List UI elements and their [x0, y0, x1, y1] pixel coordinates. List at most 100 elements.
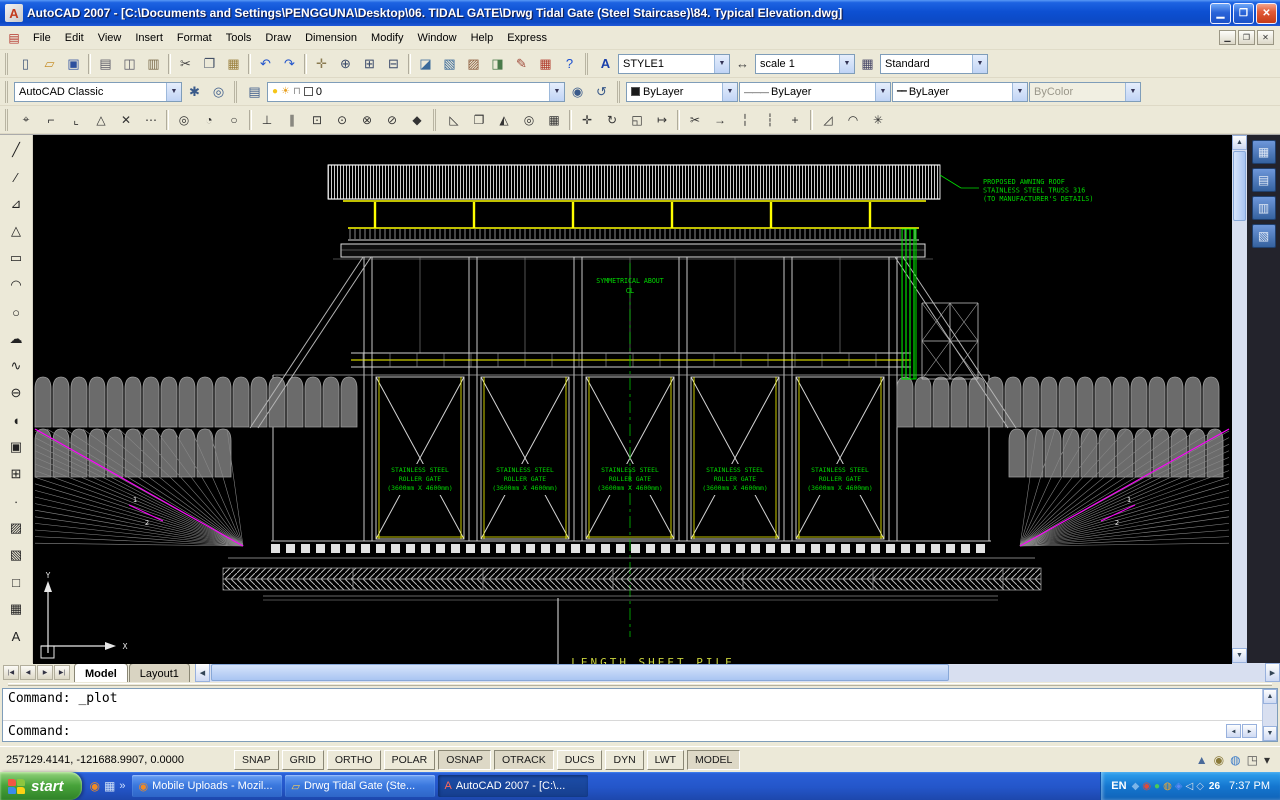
undo-button[interactable]: ↶	[254, 52, 277, 75]
mdi-minimize-button[interactable]: ▁	[1219, 30, 1236, 45]
workspace-combo[interactable]: AutoCAD Classic ▼	[14, 81, 182, 102]
tab-model[interactable]: Model	[74, 663, 128, 682]
chamfer-button[interactable]: ◿	[816, 108, 840, 131]
drawing-area[interactable]: PROPOSED AWNING ROOF STAINLESS STEEL TRUS…	[33, 135, 1232, 664]
hatch-tool-button[interactable]: ▨	[4, 516, 28, 540]
temporary-track-point-button[interactable]: ⌖	[14, 108, 38, 131]
snap-to-nearest-button[interactable]: ⊗	[355, 108, 379, 131]
snap-to-midpoint-button[interactable]: △	[89, 108, 113, 131]
snap-to-intersection-button[interactable]: ✕	[114, 108, 138, 131]
cut-button[interactable]: ✂	[174, 52, 197, 75]
ducs-toggle[interactable]: DUCS	[556, 749, 603, 770]
circle-tool-button[interactable]: ○	[4, 300, 28, 324]
save-workspace-button[interactable]: ◎	[207, 80, 230, 103]
mdi-close-button[interactable]: ✕	[1257, 30, 1274, 45]
osnap-toggle[interactable]: OSNAP	[438, 749, 491, 770]
toolbar-lock-status-icon[interactable]: ◉	[1214, 753, 1224, 767]
command-scrollbar[interactable]: ▲ ▼	[1262, 689, 1277, 741]
menu-item[interactable]: Tools	[219, 28, 259, 48]
menu-item[interactable]: Dimension	[298, 28, 364, 48]
task-autocad-2007[interactable]: A AutoCAD 2007 - [C:\...	[438, 775, 589, 797]
hscroll-thumb[interactable]	[210, 664, 949, 681]
otrack-toggle[interactable]: OTRACK	[493, 749, 554, 770]
clean-screen-status-icon[interactable]: ◳	[1247, 753, 1258, 767]
paste-button[interactable]: ▦	[222, 52, 245, 75]
tab-prev-button[interactable]: ◀	[20, 665, 36, 680]
antivirus-tray-icon[interactable]: ◉	[1142, 781, 1151, 792]
revision-cloud-tool-button[interactable]: ☁	[4, 327, 28, 351]
stretch-button[interactable]: ↦	[650, 108, 674, 131]
zoom-window-button[interactable]: ⊞	[358, 52, 381, 75]
snap-to-quadrant-button[interactable]: ◔	[197, 108, 221, 131]
tab-layout1[interactable]: Layout1	[128, 663, 190, 682]
restore-button[interactable]: ❐	[1233, 2, 1254, 24]
arc-tool-button[interactable]: ◠	[4, 273, 28, 297]
array-button[interactable]: ▦	[542, 108, 566, 131]
lineweight-combo[interactable]: ━━ ByLayer ▼	[892, 81, 1028, 102]
polyline-tool-button[interactable]: ⊿	[4, 192, 28, 216]
erase-button[interactable]: ◺	[442, 108, 466, 131]
toolbar-grip[interactable]	[433, 108, 438, 131]
volume-tray-icon[interactable]: ◁	[1186, 781, 1194, 792]
copy-object-button[interactable]: ❐	[467, 108, 491, 131]
quick-launch-overflow-icon[interactable]: »	[119, 780, 129, 792]
toolbar-grip[interactable]	[5, 108, 10, 131]
browser-quicklaunch-icon[interactable]: ◉	[90, 779, 100, 793]
rotate-button[interactable]: ↻	[600, 108, 624, 131]
snap-to-parallel-button[interactable]: ∥	[280, 108, 304, 131]
drawing-canvas[interactable]: PROPOSED AWNING ROOFSTAINLESS STEEL TRUS…	[33, 135, 1232, 664]
communication-center-status-icon[interactable]: ◍	[1230, 753, 1240, 767]
menu-item[interactable]: Edit	[58, 28, 91, 48]
point-tool-button[interactable]: ∙	[4, 489, 28, 513]
explode-button[interactable]: ✳	[866, 108, 890, 131]
polar-toggle[interactable]: POLAR	[383, 749, 436, 770]
hscroll-track[interactable]	[950, 663, 1265, 682]
tab-last-button[interactable]: ▶|	[54, 665, 70, 680]
sheet-set-manager-button[interactable]: ◨	[486, 52, 509, 75]
toolbar-grip[interactable]	[234, 80, 239, 103]
break-button[interactable]: ┆	[758, 108, 782, 131]
ortho-toggle[interactable]: ORTHO	[326, 749, 381, 770]
menu-item[interactable]: Window	[410, 28, 463, 48]
scale-button[interactable]: ◱	[625, 108, 649, 131]
spline-tool-button[interactable]: ∿	[4, 354, 28, 378]
redo-button[interactable]: ↷	[278, 52, 301, 75]
scroll-left-button[interactable]: ◀	[194, 663, 210, 682]
orbit-toolbar-button[interactable]: ▧	[1251, 224, 1276, 248]
move-button[interactable]: ✛	[575, 108, 599, 131]
text-style-combo[interactable]: STYLE1 ▼	[618, 53, 730, 74]
command-prompt-row[interactable]: Command: ◀ ▶	[3, 721, 1262, 741]
multiline-text-tool-button[interactable]: A	[4, 624, 28, 648]
table-style-combo[interactable]: Standard ▼	[880, 53, 988, 74]
gradient-tool-button[interactable]: ▧	[4, 543, 28, 567]
command-scroll-up-button[interactable]: ▲	[1263, 689, 1277, 704]
quickcalc-button[interactable]: ▦	[534, 52, 557, 75]
help-button[interactable]: ?	[558, 52, 581, 75]
scroll-right-button[interactable]: ▶	[1265, 663, 1280, 682]
snap-to-center-button[interactable]: ◎	[172, 108, 196, 131]
insert-block-tool-button[interactable]: ▣	[4, 435, 28, 459]
ellipse-tool-button[interactable]: ⊖	[4, 381, 28, 405]
view-toolbar-button[interactable]: ▥	[1251, 196, 1276, 220]
menu-item[interactable]: Express	[500, 28, 554, 48]
toolbar-grip[interactable]	[585, 52, 590, 75]
vscroll-track[interactable]	[1232, 222, 1247, 648]
snap-to-extension-button[interactable]: ⋯	[139, 108, 163, 131]
properties-button[interactable]: ◪	[414, 52, 437, 75]
join-button[interactable]: +	[783, 108, 807, 131]
menu-item[interactable]: File	[26, 28, 58, 48]
zoom-previous-button[interactable]: ⊟	[382, 52, 405, 75]
snap-toggle[interactable]: SNAP	[234, 749, 279, 770]
horizontal-scrollbar[interactable]: ◀ ▶	[194, 663, 1280, 682]
tab-first-button[interactable]: |◀	[3, 665, 19, 680]
usb-tray-icon[interactable]: ◇	[1196, 781, 1204, 792]
command-scroll-track[interactable]	[1263, 704, 1277, 726]
lwt-toggle[interactable]: LWT	[646, 749, 685, 770]
pan-button[interactable]: ✛	[310, 52, 333, 75]
toolbar-grip[interactable]	[5, 52, 10, 75]
layer-combo[interactable]: ● ☀ ⊓ 0 ▼	[267, 81, 565, 102]
minimize-button[interactable]: ▁	[1210, 2, 1231, 24]
toolbar-grip[interactable]	[5, 80, 10, 103]
coordinate-display[interactable]: 257129.4141, -121688.9907, 0.0000	[6, 754, 231, 766]
scroll-down-button[interactable]: ▼	[1232, 648, 1247, 663]
